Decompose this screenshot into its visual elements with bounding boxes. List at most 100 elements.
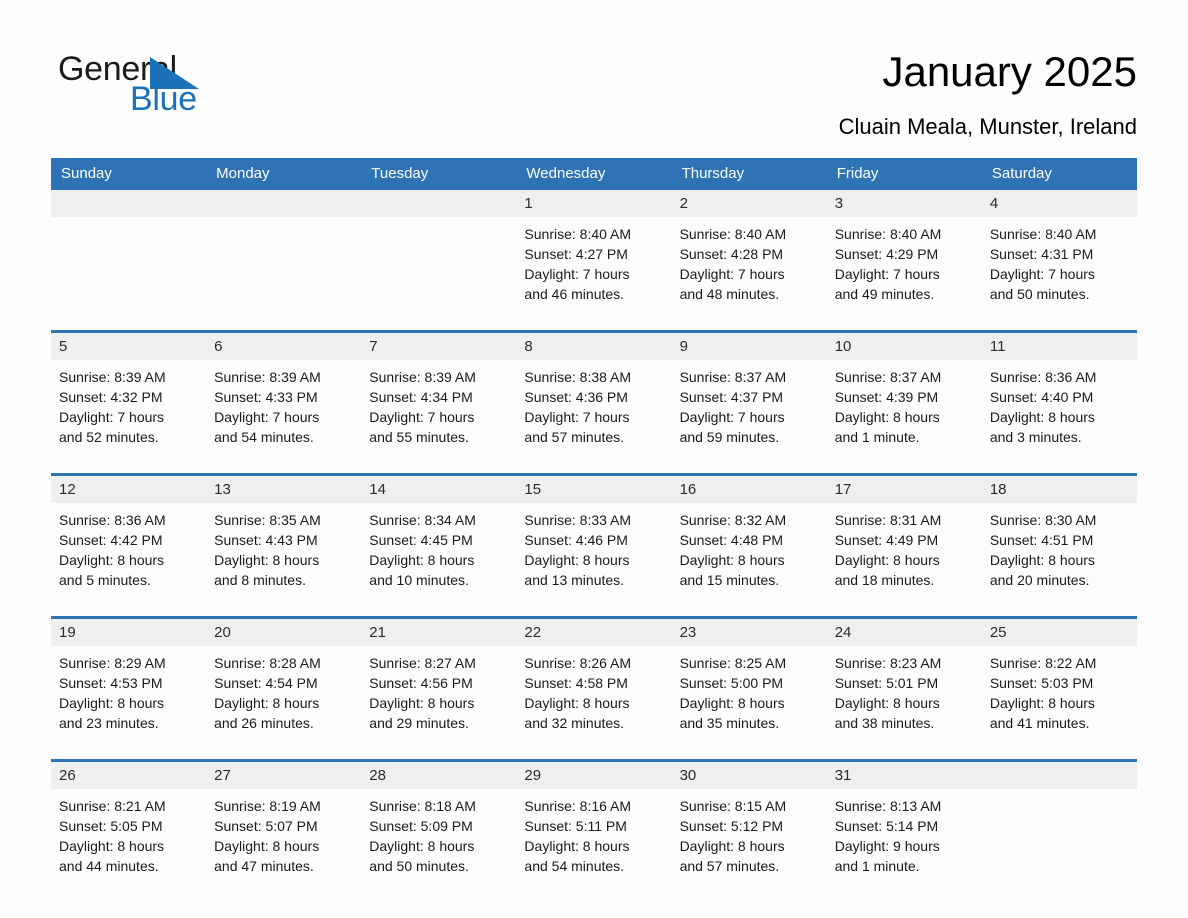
sunset-text: Sunset: 4:36 PM [524,389,628,405]
calendar-body: 1 Sunrise: 8:40 AM Sunset: 4:27 PM Daylight… [51,190,1137,893]
day-number: 24 [826,619,982,646]
calendar-day-cell[interactable]: 27 Sunrise: 8:19 AM Sunset: 5:07 PM Dayligh… [206,759,362,893]
calendar-day-cell[interactable]: 19 Sunrise: 8:29 AM Sunset: 4:53 PM Dayligh… [51,616,207,750]
page-title: January 2025 [882,48,1137,95]
day-number: 5 [51,333,207,360]
calendar-day-cell[interactable]: 11 Sunrise: 8:36 AM Sunset: 4:40 PM Dayligh… [981,330,1137,464]
calendar-day-cell[interactable]: 29 Sunrise: 8:16 AM Sunset: 5:11 PM Dayligh… [516,759,672,893]
day-number: 15 [516,476,672,503]
daylight-text-line1: Daylight: 8 hours [214,838,320,854]
calendar-day-cell[interactable]: 2 Sunrise: 8:40 AM Sunset: 4:28 PM Daylight… [671,190,827,321]
calendar-day-cell[interactable]: 31 Sunrise: 8:13 AM Sunset: 5:14 PM Dayligh… [826,759,982,893]
day-number: 23 [671,619,827,646]
sunrise-text: Sunrise: 8:40 AM [524,226,632,242]
day-details: Sunrise: 8:37 AM Sunset: 4:39 PM Daylight:… [827,360,982,447]
daylight-text-line2: and 47 minutes. [214,858,314,874]
day-details: Sunrise: 8:33 AM Sunset: 4:46 PM Daylight:… [516,503,671,590]
calendar-day-cell[interactable]: 15 Sunrise: 8:33 AM Sunset: 4:46 PM Dayligh… [516,473,672,607]
day-details [206,217,361,224]
calendar-day-cell[interactable]: 24 Sunrise: 8:23 AM Sunset: 5:01 PM Dayligh… [826,616,982,750]
daylight-text-line1: Daylight: 8 hours [59,552,165,568]
calendar-day-cell[interactable]: 30 Sunrise: 8:15 AM Sunset: 5:12 PM Dayligh… [671,759,827,893]
daylight-text-line1: Daylight: 8 hours [59,838,165,854]
daylight-text-line1: Daylight: 7 hours [214,409,320,425]
sunset-text: Sunset: 4:53 PM [59,675,163,691]
calendar-day-cell[interactable]: 4 Sunrise: 8:40 AM Sunset: 4:31 PM Daylight… [981,190,1137,321]
day-number: 21 [361,619,517,646]
sunrise-text: Sunrise: 8:25 AM [679,655,787,671]
daylight-text-line1: Daylight: 8 hours [679,695,785,711]
calendar-day-cell[interactable]: 8 Sunrise: 8:38 AM Sunset: 4:36 PM Daylight… [516,330,672,464]
sunset-text: Sunset: 4:46 PM [524,532,628,548]
sunset-text: Sunset: 5:00 PM [679,675,784,691]
calendar-day-cell[interactable]: 3 Sunrise: 8:40 AM Sunset: 4:29 PM Daylight… [826,190,982,321]
calendar-day-cell[interactable]: 1 Sunrise: 8:40 AM Sunset: 4:27 PM Daylight… [516,190,672,321]
calendar-day-cell[interactable]: 20 Sunrise: 8:28 AM Sunset: 4:54 PM Dayligh… [206,616,362,750]
calendar-day-cell[interactable]: 14 Sunrise: 8:34 AM Sunset: 4:45 PM Dayligh… [361,473,517,607]
calendar-day-cell[interactable]: 23 Sunrise: 8:25 AM Sunset: 5:00 PM Dayligh… [671,616,827,750]
day-number: 27 [206,762,362,789]
sunrise-text: Sunrise: 8:36 AM [59,512,166,528]
day-number: 30 [671,762,827,789]
week-spacer-cell [51,464,1137,475]
sunrise-text: Sunrise: 8:32 AM [679,512,787,528]
day-cell-inner: 30 Sunrise: 8:15 AM Sunset: 5:12 PM Dayligh… [671,762,827,893]
sunrise-text: Sunrise: 8:39 AM [59,369,166,385]
day-cell-inner: 4 Sunrise: 8:40 AM Sunset: 4:31 PM Daylight… [981,190,1137,321]
sunrise-text: Sunrise: 8:26 AM [524,655,632,671]
calendar-day-cell[interactable]: 10 Sunrise: 8:37 AM Sunset: 4:39 PM Dayligh… [826,330,982,464]
daylight-text-line2: and 29 minutes. [369,715,469,731]
daylight-text-line2: and 1 minute. [834,858,920,874]
daylight-text-line2: and 49 minutes. [834,286,935,302]
calendar-day-cell[interactable]: 22 Sunrise: 8:26 AM Sunset: 4:58 PM Dayligh… [516,616,672,750]
day-number: 12 [51,476,207,503]
calendar-day-cell[interactable]: 28 Sunrise: 8:18 AM Sunset: 5:09 PM Dayligh… [361,759,517,893]
day-details: Sunrise: 8:23 AM Sunset: 5:01 PM Daylight:… [827,646,982,733]
sunset-text: Sunset: 4:33 PM [214,389,318,405]
daylight-text-line2: and 38 minutes. [834,715,935,731]
day-cell-inner: 23 Sunrise: 8:25 AM Sunset: 5:00 PM Dayligh… [671,619,827,750]
calendar-day-cell[interactable]: 9 Sunrise: 8:37 AM Sunset: 4:37 PM Daylight… [671,330,827,464]
day-cell-inner: 17 Sunrise: 8:31 AM Sunset: 4:49 PM Dayligh… [826,476,982,607]
day-cell-inner: 7 Sunrise: 8:39 AM Sunset: 4:34 PM Daylight… [361,333,517,464]
calendar-day-cell[interactable]: 12 Sunrise: 8:36 AM Sunset: 4:42 PM Dayligh… [51,473,207,607]
week-spacer [51,607,1137,618]
daylight-text-line2: and 20 minutes. [989,572,1090,588]
daylight-text-line1: Daylight: 8 hours [369,695,475,711]
daylight-text-line1: Daylight: 8 hours [524,695,630,711]
day-number: 9 [671,333,827,360]
calendar-day-cell [51,190,207,321]
sunrise-text: Sunrise: 8:35 AM [214,512,321,528]
page-subtitle: Cluain Meala, Munster, Ireland [838,114,1137,139]
day-details: Sunrise: 8:40 AM Sunset: 4:31 PM Daylight:… [982,217,1137,304]
sunset-text: Sunset: 4:48 PM [679,532,784,548]
daylight-text-line2: and 23 minutes. [59,715,159,731]
calendar-day-cell[interactable]: 26 Sunrise: 8:21 AM Sunset: 5:05 PM Dayligh… [51,759,207,893]
calendar-day-cell[interactable]: 25 Sunrise: 8:22 AM Sunset: 5:03 PM Dayligh… [981,616,1137,750]
day-number: 14 [361,476,517,503]
daylight-text-line1: Daylight: 7 hours [369,409,475,425]
brand-logo[interactable]: General Blue [58,50,278,120]
page-header: General Blue January 2025 Cluain Meala, … [0,0,1188,156]
daylight-text-line2: and 35 minutes. [679,715,780,731]
daylight-text-line1: Daylight: 7 hours [834,266,940,282]
day-details: Sunrise: 8:30 AM Sunset: 4:51 PM Daylight:… [982,503,1137,590]
calendar-day-cell[interactable]: 16 Sunrise: 8:32 AM Sunset: 4:48 PM Dayligh… [671,473,827,607]
day-number: 26 [51,762,207,789]
sunrise-text: Sunrise: 8:37 AM [679,369,787,385]
calendar-day-cell[interactable]: 17 Sunrise: 8:31 AM Sunset: 4:49 PM Dayligh… [826,473,982,607]
sunset-text: Sunset: 5:12 PM [679,818,784,834]
daylight-text-line2: and 18 minutes. [834,572,935,588]
calendar-day-cell[interactable]: 21 Sunrise: 8:27 AM Sunset: 4:56 PM Dayligh… [361,616,517,750]
sunset-text: Sunset: 5:05 PM [59,818,163,834]
calendar-day-cell[interactable]: 6 Sunrise: 8:39 AM Sunset: 4:33 PM Daylight… [206,330,362,464]
sunrise-text: Sunrise: 8:19 AM [214,798,321,814]
day-cell-inner: 14 Sunrise: 8:34 AM Sunset: 4:45 PM Dayligh… [361,476,517,607]
calendar-day-cell[interactable]: 13 Sunrise: 8:35 AM Sunset: 4:43 PM Dayligh… [206,473,362,607]
calendar-day-cell[interactable]: 5 Sunrise: 8:39 AM Sunset: 4:32 PM Daylight… [51,330,207,464]
day-cell-inner: 25 Sunrise: 8:22 AM Sunset: 5:03 PM Dayligh… [981,619,1137,750]
day-details: Sunrise: 8:25 AM Sunset: 5:00 PM Daylight:… [672,646,827,733]
calendar-day-cell[interactable]: 7 Sunrise: 8:39 AM Sunset: 4:34 PM Daylight… [361,330,517,464]
sunset-text: Sunset: 4:56 PM [369,675,473,691]
calendar-day-cell[interactable]: 18 Sunrise: 8:30 AM Sunset: 4:51 PM Dayligh… [981,473,1137,607]
